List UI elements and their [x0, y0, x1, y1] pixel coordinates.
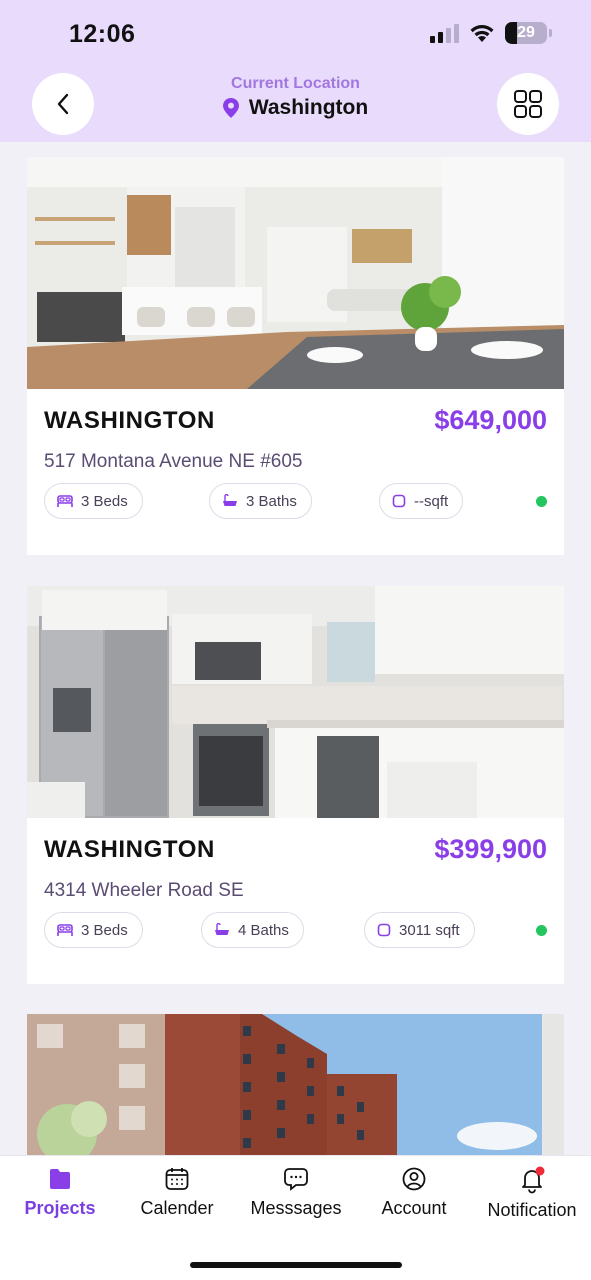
listing-card[interactable]: WASHINGTON $649,000 517 Montana Avenue N…: [27, 157, 564, 555]
area-label: 3011 sqft: [399, 921, 460, 939]
baths-chip: 3 Baths: [209, 483, 312, 519]
bath-icon: [215, 923, 229, 935]
grid-icon: [514, 90, 542, 118]
tab-label: Notification: [487, 1200, 577, 1220]
tab-label: Calender: [140, 1198, 214, 1218]
tab-messages[interactable]: Messsages: [248, 1166, 344, 1219]
listing-price: $649,000: [434, 405, 547, 435]
listing-photo: [27, 586, 564, 818]
user-icon: [402, 1167, 426, 1191]
listing-city: WASHINGTON: [44, 836, 215, 863]
tab-notification[interactable]: Notification: [480, 1166, 584, 1221]
signal-icon: [430, 23, 459, 43]
location-pin-icon: [222, 98, 239, 118]
wifi-icon: [470, 25, 494, 42]
beds-label: 3 Beds: [81, 492, 128, 510]
battery-icon: 29: [505, 22, 552, 44]
area-chip: --sqft: [379, 483, 464, 519]
baths-label: 4 Baths: [238, 921, 289, 939]
bed-icon: [57, 495, 73, 507]
baths-chip: 4 Baths: [201, 912, 304, 948]
tab-calendar[interactable]: Calender: [136, 1166, 218, 1219]
listing-price: $399,900: [434, 834, 547, 864]
listing-photo: [27, 1014, 564, 1156]
status-time: 12:06: [69, 20, 136, 48]
baths-label: 3 Baths: [246, 492, 297, 510]
listing-card[interactable]: [27, 1014, 564, 1156]
app-header: 12:06 29 Current Location Washington: [0, 0, 591, 142]
location-value: Washington: [248, 96, 369, 119]
listing-card[interactable]: WASHINGTON $399,900 4314 Wheeler Road SE…: [27, 586, 564, 984]
tab-account[interactable]: Account: [376, 1166, 452, 1219]
chat-icon: [284, 1168, 308, 1191]
tab-label: Account: [381, 1198, 447, 1218]
battery-level: 29: [517, 24, 535, 41]
bath-icon: [223, 494, 237, 506]
area-chip: 3011 sqft: [364, 912, 475, 948]
status-dot: [536, 925, 547, 936]
area-icon: [392, 494, 406, 508]
beds-chip: 3 Beds: [44, 912, 143, 948]
area-label: --sqft: [414, 492, 449, 510]
listing-photo: [27, 157, 564, 389]
tab-projects[interactable]: Projects: [24, 1166, 96, 1219]
grid-view-button[interactable]: [497, 73, 559, 135]
beds-chip: 3 Beds: [44, 483, 143, 519]
listing-address: 4314 Wheeler Road SE: [44, 880, 244, 901]
bell-icon: [522, 1166, 545, 1194]
calendar-icon: [165, 1168, 189, 1190]
area-icon: [377, 923, 391, 937]
listing-address: 517 Montana Avenue NE #605: [44, 451, 303, 472]
status-dot: [536, 496, 547, 507]
bed-icon: [57, 924, 73, 936]
status-icons: 29: [430, 22, 552, 44]
home-indicator: [190, 1262, 402, 1268]
folder-icon: [50, 1169, 70, 1189]
listing-city: WASHINGTON: [44, 407, 215, 434]
beds-label: 3 Beds: [81, 921, 128, 939]
tab-label: Messsages: [250, 1198, 342, 1218]
tab-label: Projects: [24, 1198, 96, 1218]
